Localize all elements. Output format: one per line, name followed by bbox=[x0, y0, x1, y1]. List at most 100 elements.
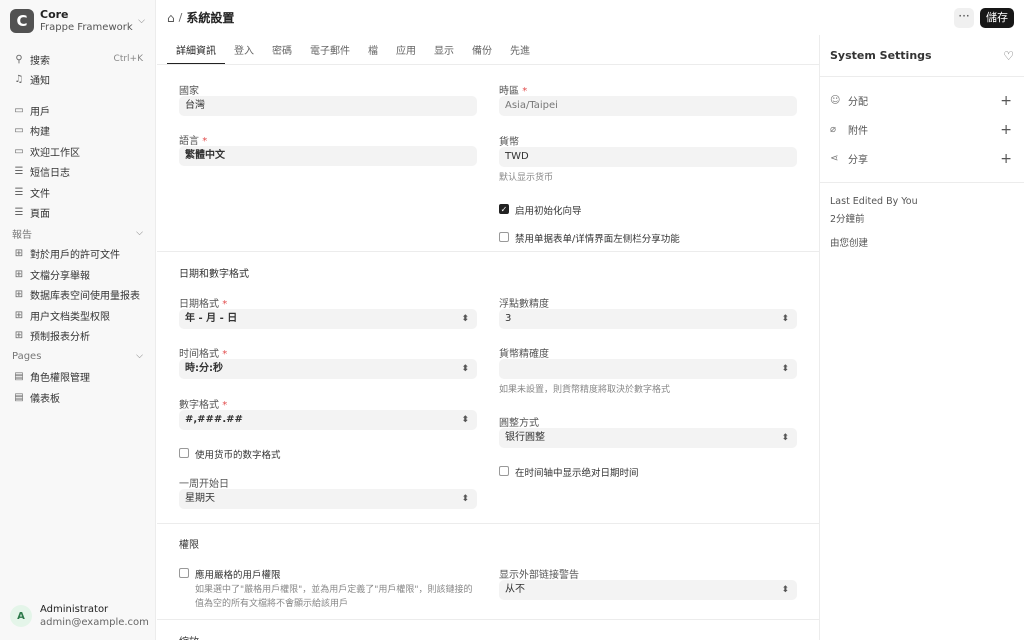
table-icon: ⊞ bbox=[14, 268, 24, 280]
list-icon: ☰ bbox=[14, 207, 24, 219]
paperclip-icon: ⌀ bbox=[830, 124, 837, 135]
page-icon: ▤ bbox=[14, 371, 24, 383]
disable-share-checkbox[interactable]: 禁用单据表单/详情界面左侧栏分享功能 bbox=[499, 231, 680, 245]
document-sidebar: System Settings ♡ ☺ 分配 + ⌀ 附件 + ⋖ 分享 + L… bbox=[819, 35, 1024, 640]
sidebar-item-dashboard[interactable]: ▤ 儀表板 bbox=[8, 387, 147, 408]
breadcrumb-separator: / bbox=[178, 11, 183, 24]
tab-details[interactable]: 詳細資訊 bbox=[167, 35, 225, 64]
sidebar-item-report[interactable]: ⊞ 预制报表分析 bbox=[8, 326, 147, 347]
more-actions-button[interactable]: ··· bbox=[954, 7, 974, 28]
sidebar-item-label: 角色權限管理 bbox=[30, 373, 90, 385]
sidebar-item-pages[interactable]: ☰ 頁面 bbox=[8, 203, 147, 224]
sidebar-item-sms-log[interactable]: ☰ 短信日志 bbox=[8, 162, 147, 183]
sidebar-item-label: 文檔分享舉報 bbox=[30, 270, 90, 282]
bell-icon: ♫ bbox=[14, 74, 24, 86]
sidebar-item-report[interactable]: ⊞ 数据库表空间使用量报表 bbox=[8, 285, 147, 306]
country-field[interactable]: 台灣 bbox=[179, 96, 477, 116]
select-arrows-icon: ⬍ bbox=[781, 314, 789, 324]
sidebar-item-label: 短信日志 bbox=[30, 168, 70, 180]
sidebar-item-label: 頁面 bbox=[30, 209, 50, 221]
select-arrows-icon: ⬍ bbox=[781, 585, 789, 595]
search-nav[interactable]: ⚲ 搜索 Ctrl+K bbox=[8, 49, 147, 70]
external-link-warning-select[interactable]: 从不 ⬍ bbox=[499, 580, 797, 600]
tab-email[interactable]: 電子郵件 bbox=[301, 35, 359, 64]
select-arrows-icon: ⬍ bbox=[461, 314, 469, 324]
checkbox-unchecked bbox=[499, 232, 509, 242]
user-menu[interactable]: A Administrator admin@example.com bbox=[10, 603, 149, 629]
field-label: 國家 bbox=[179, 86, 199, 97]
currency-precision-select[interactable]: ⬍ bbox=[499, 359, 797, 379]
use-currency-format-checkbox[interactable]: 使用货币的数字格式 bbox=[179, 447, 281, 461]
reports-section-toggle[interactable]: 報告 ⌵ bbox=[8, 223, 147, 244]
sidebar-item-label: 對於用戶的許可文件 bbox=[30, 250, 120, 262]
field-hint: 如果未設置，則貨幣精度將取決於數字格式 bbox=[499, 385, 671, 395]
search-shortcut: Ctrl+K bbox=[113, 54, 143, 65]
rounding-method-select[interactable]: 银行圓整 ⬍ bbox=[499, 428, 797, 448]
sidebar-item-label: 搜索 bbox=[30, 55, 50, 67]
strict-permissions-checkbox[interactable]: 應用嚴格的用戶權限 如果選中了"嚴格用戶權限"，並為用戶定義了"用戶權限"，則該… bbox=[179, 567, 477, 611]
assign-label: 分配 bbox=[848, 97, 868, 108]
sidebar-item-users[interactable]: ▭ 用戶 bbox=[8, 100, 147, 121]
setup-wizard-checkbox[interactable]: ✓ 启用初始化向导 bbox=[499, 203, 582, 217]
sidebar-item-report[interactable]: ⊞ 對於用戶的許可文件 bbox=[8, 244, 147, 265]
first-day-select[interactable]: 星期天 ⬍ bbox=[179, 489, 477, 509]
select-arrows-icon: ⬍ bbox=[461, 494, 469, 504]
timezone-field[interactable]: Asia/Taipei bbox=[499, 96, 797, 116]
date-format-select[interactable]: 年 - 月 - 日 ⬍ bbox=[179, 309, 477, 329]
tab-login[interactable]: 登入 bbox=[225, 35, 263, 64]
currency-field[interactable]: TWD bbox=[499, 147, 797, 167]
sidebar-item-build[interactable]: ▭ 构建 bbox=[8, 121, 147, 142]
table-icon: ⊞ bbox=[14, 309, 24, 321]
sidebar-item-welcome[interactable]: ▭ 欢迎工作区 bbox=[8, 141, 147, 162]
checkbox-label: 启用初始化向导 bbox=[515, 206, 582, 217]
add-assignment-button[interactable]: + bbox=[1000, 93, 1012, 109]
add-attachment-button[interactable]: + bbox=[1000, 122, 1012, 138]
notifications-nav[interactable]: ♫ 通知 bbox=[8, 70, 147, 91]
save-button[interactable]: 儲存 bbox=[980, 7, 1014, 28]
sidebar-item-files[interactable]: ☰ 文件 bbox=[8, 182, 147, 203]
number-format-select[interactable]: #,###.## ⬍ bbox=[179, 410, 477, 430]
field-label: 圓整方式 bbox=[499, 418, 539, 429]
sidebar-item-role-permissions[interactable]: ▤ 角色權限管理 bbox=[8, 367, 147, 388]
edited-time: 2分鐘前 bbox=[830, 214, 865, 225]
language-field[interactable]: 繁體中文 bbox=[179, 146, 477, 166]
tab-backup[interactable]: 備份 bbox=[463, 35, 501, 64]
tab-files[interactable]: 檔 bbox=[359, 35, 387, 64]
table-icon: ⊞ bbox=[14, 248, 24, 260]
select-arrows-icon: ⬍ bbox=[461, 364, 469, 374]
pages-section-toggle[interactable]: Pages ⌵ bbox=[8, 346, 147, 367]
tab-display[interactable]: 显示 bbox=[425, 35, 463, 64]
avatar: A bbox=[10, 605, 32, 627]
home-icon[interactable]: ⌂ bbox=[167, 11, 175, 25]
tab-app[interactable]: 应用 bbox=[387, 35, 425, 64]
user-icon: ☺ bbox=[830, 95, 841, 106]
section-title: 權限 bbox=[179, 540, 199, 551]
select-arrows-icon: ⬍ bbox=[781, 433, 789, 443]
select-arrows-icon: ⬍ bbox=[781, 364, 789, 374]
page-header: ⌂ / 系統設置 ··· 儲存 bbox=[157, 0, 1024, 35]
sidebar-item-label: 数据库表空间使用量报表 bbox=[30, 291, 140, 303]
sidebar-item-label: 通知 bbox=[30, 76, 50, 88]
app-switcher[interactable]: C Core Frappe Framework ⌵ bbox=[0, 0, 155, 42]
app-name: Core bbox=[40, 8, 69, 21]
attachments-label: 附件 bbox=[848, 126, 868, 137]
user-email: admin@example.com bbox=[40, 617, 149, 628]
form-body: 國家 台灣 時區 * Asia/Taipei 語言 * 繁體中文 貨幣 TWD … bbox=[157, 66, 819, 640]
float-precision-select[interactable]: 3 ⬍ bbox=[499, 309, 797, 329]
heart-icon[interactable]: ♡ bbox=[1003, 49, 1014, 63]
permissions-section: 權限 應用嚴格的用戶權限 如果選中了"嚴格用戶權限"，並為用戶定義了"用戶權限"… bbox=[157, 524, 819, 620]
absolute-time-checkbox[interactable]: 在时间轴中显示绝对日期时间 bbox=[499, 465, 639, 479]
chevron-down-icon: ⌵ bbox=[136, 228, 143, 239]
assign-row: ☺ 分配 + bbox=[820, 86, 1024, 115]
tab-password[interactable]: 密碼 bbox=[263, 35, 301, 64]
add-share-button[interactable]: + bbox=[1000, 151, 1012, 167]
time-format-select[interactable]: 時:分:秒 ⬍ bbox=[179, 359, 477, 379]
desktop-icon: ▭ bbox=[14, 125, 24, 137]
sidebar-item-report[interactable]: ⊞ 用户文档类型权限 bbox=[8, 305, 147, 326]
tab-advanced[interactable]: 先進 bbox=[501, 35, 539, 64]
sidebar-item-label: 儀表板 bbox=[30, 393, 60, 405]
field-hint: 如果選中了"嚴格用戶權限"，並為用戶定義了"用戶權限"，則該鏈接的值為空的所有文… bbox=[195, 585, 473, 609]
sidebar-item-label: 构建 bbox=[30, 127, 50, 139]
sidebar-item-report[interactable]: ⊞ 文檔分享舉報 bbox=[8, 264, 147, 285]
checkbox-label: 禁用单据表单/详情界面左侧栏分享功能 bbox=[515, 234, 680, 245]
